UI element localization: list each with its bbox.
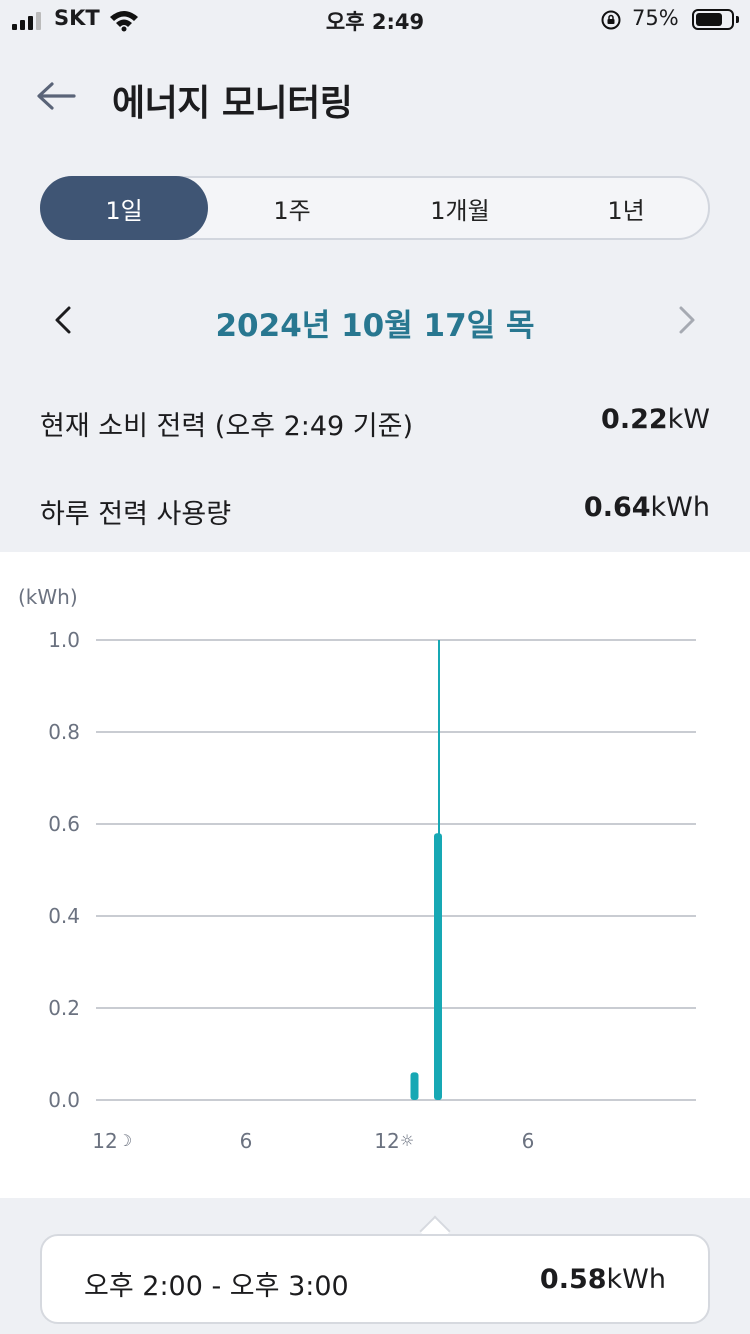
arrow-left-icon[interactable] [34,78,78,114]
tab-1-week[interactable]: 1주 [208,176,376,240]
tooltip-value: 0.58kWh [539,1264,666,1295]
usage-chart-svg: (kWh)0.00.20.40.60.81.012 ☽ 6 12 ☼ 6 [18,585,696,1153]
moon-icon: ☽ [118,1131,132,1150]
y-axis-unit-label: (kWh) [18,585,78,609]
header: 에너지 모니터링 [0,60,750,136]
tab-1-day[interactable]: 1일 [40,176,208,240]
current-power-value: 0.22kW [601,404,710,435]
y-tick-label: 0.6 [48,812,80,836]
y-tick-label: 0.8 [48,720,80,744]
date-label: 2024년 10월 17일 목 [215,308,535,344]
x-tick-label: 6 [522,1129,535,1153]
x-tick-label: 12 [374,1129,399,1153]
usage-chart[interactable]: (kWh) 0.0 0.2 0.4 0.6 0.8 1.0 12 ☽ 6 12 ☼ 6 [0,552,750,1198]
tab-1-year[interactable]: 1년 [542,176,710,240]
tab-1-month[interactable]: 1개월 [376,176,544,240]
page-title: 에너지 모니터링 [112,83,353,124]
status-bar: SKT 오후 2:49 75% [0,0,750,40]
daily-usage-row: 하루 전력 사용량 0.64kWh [40,488,710,532]
period-segmented-control: 1일 1주 1개월 1년 [40,176,710,240]
rotation-lock-icon [601,10,621,30]
y-tick-label: 0.4 [48,904,80,928]
date-navigator: 2024년 10월 17일 목 [0,290,750,350]
x-tick-label: 6 [240,1129,253,1153]
daily-usage-label: 하루 전력 사용량 [40,499,232,530]
battery-percent: 75% [632,6,679,30]
current-power-row: 현재 소비 전력 (오후 2:49 기준) 0.22kW [40,400,710,444]
chart-bar [410,1072,419,1100]
tooltip-time-range: 오후 2:00 - 오후 3:00 [84,1271,349,1302]
current-power-label: 현재 소비 전력 (오후 2:49 기준) [40,411,414,442]
y-tick-label: 0.2 [48,996,80,1020]
chevron-right-icon[interactable] [668,302,704,338]
daily-usage-value: 0.64kWh [583,492,710,523]
selected-bar-tooltip: 오후 2:00 - 오후 3:00 0.58kWh [40,1234,710,1324]
chart-bar [434,833,442,1100]
battery-icon [692,9,739,30]
x-tick-label: 12 [92,1129,117,1153]
y-tick-label: 0.0 [48,1088,80,1112]
y-tick-label: 1.0 [48,628,80,652]
sun-icon: ☼ [400,1131,414,1150]
